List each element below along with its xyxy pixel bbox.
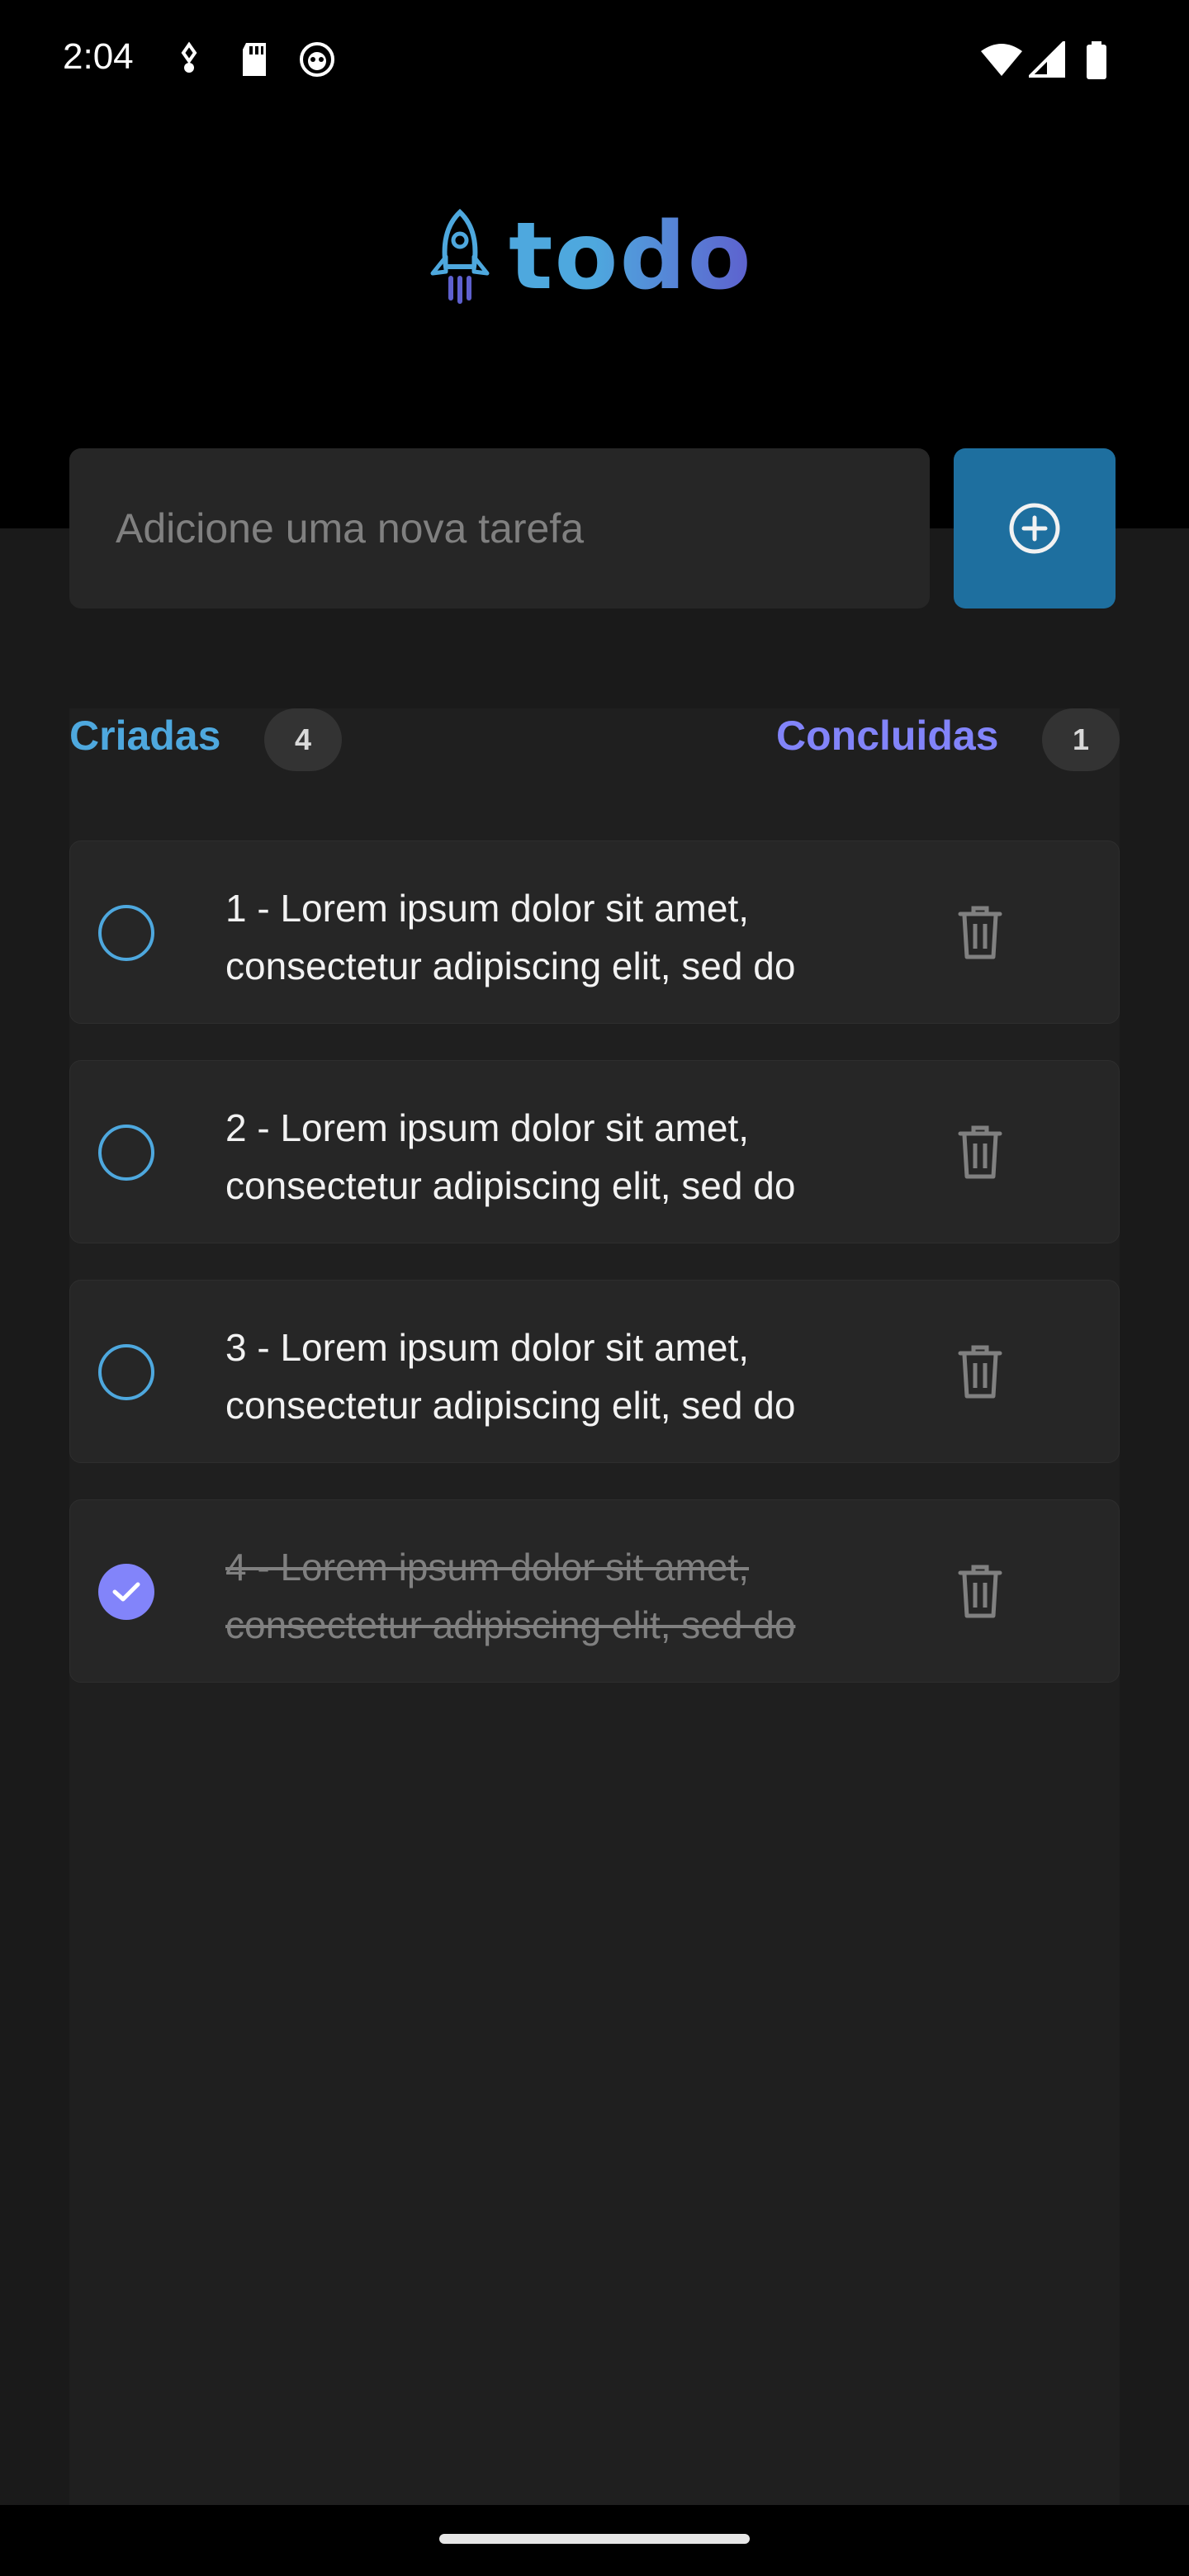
- rocket-icon: [430, 209, 490, 304]
- created-counter-label: Criadas: [69, 713, 221, 759]
- done-counter-label: Concluidas: [776, 713, 999, 759]
- trash-icon[interactable]: [954, 1343, 1007, 1401]
- task-text: 2 - Lorem ipsum dolor sit amet, consecte…: [225, 1106, 796, 1207]
- status-bar: 2:04: [0, 0, 1189, 124]
- done-count-badge: 1: [1042, 708, 1120, 771]
- trash-icon[interactable]: [954, 1124, 1007, 1181]
- check-icon: [112, 1582, 140, 1602]
- task-item: 3 - Lorem ipsum dolor sit amet, consecte…: [69, 1280, 1120, 1463]
- task-checkbox[interactable]: [98, 1344, 154, 1400]
- plus-circle-icon: [1009, 503, 1060, 554]
- new-task-placeholder: Adicione uma nova tarefa: [116, 505, 585, 552]
- trash-icon[interactable]: [954, 904, 1007, 962]
- add-task-button[interactable]: [954, 448, 1116, 608]
- task-item: 4 - Lorem ipsum dolor sit amet, consecte…: [69, 1499, 1120, 1683]
- task-text: 3 - Lorem ipsum dolor sit amet, consecte…: [225, 1326, 796, 1427]
- wifi-icon: [981, 44, 1022, 76]
- task-checkbox[interactable]: [98, 1125, 154, 1181]
- usb-debug-icon: [181, 41, 197, 73]
- app-notification-icon: [300, 42, 334, 77]
- app-logo: todo: [428, 203, 753, 310]
- battery-icon: [1087, 41, 1106, 79]
- task-checkbox-checked[interactable]: [98, 1564, 154, 1620]
- cell-signal-icon: [1029, 41, 1065, 78]
- home-gesture-handle[interactable]: [439, 2534, 750, 2544]
- sd-card-icon: [243, 43, 266, 76]
- logo-text: todo: [509, 203, 753, 310]
- task-item: 2 - Lorem ipsum dolor sit amet, consecte…: [69, 1060, 1120, 1243]
- task-text: 1 - Lorem ipsum dolor sit amet, consecte…: [225, 887, 796, 987]
- task-item: 1 - Lorem ipsum dolor sit amet, consecte…: [69, 841, 1120, 1024]
- task-checkbox[interactable]: [98, 905, 154, 961]
- task-text: 4 - Lorem ipsum dolor sit amet, consecte…: [225, 1546, 796, 1646]
- created-count-badge: 4: [264, 708, 342, 771]
- new-task-input[interactable]: Adicione uma nova tarefa: [69, 448, 930, 608]
- trash-icon[interactable]: [954, 1563, 1007, 1621]
- status-time: 2:04: [63, 36, 134, 77]
